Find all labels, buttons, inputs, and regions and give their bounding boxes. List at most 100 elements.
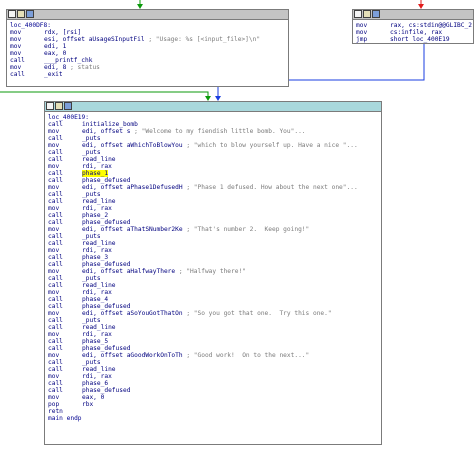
asm-operand[interactable]: read_line <box>82 366 116 373</box>
asm-operand[interactable]: read_line <box>82 282 116 289</box>
asm-label[interactable]: main endp <box>48 415 82 422</box>
asm-instruction-line[interactable]: mov edi, 8 ; status <box>10 64 285 71</box>
asm-operand[interactable]: edi, offset aSoYouGotThatOn <box>82 310 183 317</box>
asm-instruction-line[interactable]: mov rdi, rax <box>48 163 378 170</box>
asm-operand[interactable]: read_line <box>82 324 116 331</box>
asm-instruction-line[interactable]: call read_line <box>48 324 378 331</box>
node-titlebar[interactable] <box>353 10 473 20</box>
asm-operand[interactable]: rdi, rax <box>82 373 112 380</box>
asm-operand[interactable]: _puts <box>82 359 101 366</box>
asm-operand[interactable]: rbx <box>82 401 93 408</box>
asm-instruction-line[interactable]: call _puts <box>48 317 378 324</box>
asm-instruction-line[interactable]: mov edi, offset aSoYouGotThatOn ; "So you… <box>48 310 378 317</box>
asm-label[interactable]: loc_400DF8: <box>10 22 51 29</box>
asm-instruction-line[interactable]: call phase_defused <box>48 219 378 226</box>
asm-instruction-line[interactable]: mov rdi, rax <box>48 289 378 296</box>
asm-operand[interactable]: rdi, rax <box>82 247 112 254</box>
asm-instruction-line[interactable]: mov edi, offset aPhase1DefusedH ; "Phase … <box>48 184 378 191</box>
asm-operand[interactable]: rdx, [rsi] <box>44 29 81 36</box>
asm-operand[interactable]: eax, 0 <box>44 50 66 57</box>
asm-operand[interactable]: edi, offset aGoodWorkOnToTh <box>82 352 183 359</box>
asm-operand[interactable]: rax, cs:stdin@@GLIBC_2 <box>390 22 472 29</box>
graph-icon[interactable] <box>17 10 25 18</box>
asm-instruction-line[interactable]: mov eax, 0 <box>10 50 285 57</box>
graph-node-usage[interactable]: loc_400DF8: mov rdx, [rsi] mov esi, offset a… <box>6 9 289 87</box>
asm-operand[interactable]: phase_2 <box>82 212 108 219</box>
asm-instruction-line[interactable]: call phase_defused <box>48 345 378 352</box>
asm-instruction-line[interactable]: call _puts <box>48 191 378 198</box>
asm-operand[interactable]: eax, 0 <box>82 394 104 401</box>
asm-operand[interactable]: _puts <box>82 149 101 156</box>
asm-instruction-line[interactable]: mov cs:infile, rax <box>356 29 470 36</box>
asm-instruction-line[interactable]: call phase_6 <box>48 380 378 387</box>
asm-instruction-line[interactable]: call phase_defused <box>48 387 378 394</box>
asm-operand[interactable]: phase_defused <box>82 177 130 184</box>
asm-operand[interactable]: edi, offset aWhichToBlowYou <box>82 142 183 149</box>
graph-icon[interactable] <box>363 10 371 18</box>
asm-operand[interactable]: esi, offset aUsageSInputFil <box>44 36 145 43</box>
asm-instruction-line[interactable]: mov rdi, rax <box>48 331 378 338</box>
asm-operand[interactable]: phase_4 <box>82 296 108 303</box>
window-icon[interactable] <box>8 10 16 18</box>
asm-instruction-line[interactable]: call phase_5 <box>48 338 378 345</box>
asm-operand[interactable]: read_line <box>82 156 116 163</box>
asm-instruction-line[interactable]: call _exit <box>10 71 285 78</box>
asm-instruction-line[interactable]: call phase_defused <box>48 261 378 268</box>
asm-operand[interactable]: phase_5 <box>82 338 108 345</box>
asm-operand[interactable]: phase_defused <box>82 219 130 226</box>
asm-instruction-line[interactable]: jmp short loc_400E19 <box>356 36 470 43</box>
asm-operand[interactable]: phase_3 <box>82 254 108 261</box>
asm-label-line[interactable]: loc_400DF8: <box>10 22 285 29</box>
asm-instruction-line[interactable]: call phase_3 <box>48 254 378 261</box>
asm-operand-highlighted[interactable]: phase_1 <box>82 170 109 177</box>
asm-instruction-line[interactable]: mov esi, offset aUsageSInputFil ; "Usage:… <box>10 36 285 43</box>
asm-instruction-line[interactable]: mov edi, 1 <box>10 43 285 50</box>
asm-operand[interactable]: edi, offset s <box>82 128 130 135</box>
asm-instruction-line[interactable]: retn <box>48 408 378 415</box>
asm-instruction-line[interactable]: call _puts <box>48 135 378 142</box>
asm-instruction-line[interactable]: call phase_defused <box>48 303 378 310</box>
graph-icon[interactable] <box>55 102 63 110</box>
asm-instruction-line[interactable]: mov rdi, rax <box>48 373 378 380</box>
graph-node-main[interactable]: loc_400E19: call initialize_bomb mov edi, of… <box>44 101 382 445</box>
asm-instruction-line[interactable]: call ___printf_chk <box>10 57 285 64</box>
graph-node-stdin[interactable]: mov rax, cs:stdin@@GLIBC_2 mov cs:infile, r… <box>352 9 474 44</box>
asm-operand[interactable]: ___printf_chk <box>44 57 92 64</box>
asm-operand[interactable]: rdi, rax <box>82 205 112 212</box>
asm-operand[interactable]: edi, offset aThatSNumber2Ke <box>82 226 183 233</box>
asm-operand[interactable]: phase_defused <box>82 261 130 268</box>
asm-instruction-line[interactable]: call _puts <box>48 233 378 240</box>
asm-instruction-line[interactable]: mov rdi, rax <box>48 247 378 254</box>
asm-instruction-line[interactable]: call phase_defused <box>48 177 378 184</box>
asm-operand[interactable]: rdi, rax <box>82 163 112 170</box>
asm-label-line[interactable]: loc_400E19: <box>48 114 378 121</box>
node-titlebar[interactable] <box>7 10 288 20</box>
asm-operand[interactable]: phase_defused <box>82 387 130 394</box>
asm-operand[interactable]: _puts <box>82 135 101 142</box>
asm-operand[interactable]: _puts <box>82 233 101 240</box>
asm-operand[interactable]: _puts <box>82 275 101 282</box>
asm-instruction-line[interactable]: call read_line <box>48 198 378 205</box>
asm-instruction-line[interactable]: mov rdi, rax <box>48 205 378 212</box>
asm-operand[interactable]: read_line <box>82 198 116 205</box>
asm-instruction-line[interactable]: call phase_1 <box>48 170 378 177</box>
asm-operand[interactable]: edi, offset aPhase1DefusedH <box>82 184 183 191</box>
asm-instruction-line[interactable]: mov edi, offset s ; "Welcome to my fiendi… <box>48 128 378 135</box>
asm-operand[interactable]: _puts <box>82 317 101 324</box>
asm-instruction-line[interactable]: call initialize_bomb <box>48 121 378 128</box>
asm-instruction-line[interactable]: mov rdx, [rsi] <box>10 29 285 36</box>
asm-operand[interactable]: edi, 1 <box>44 43 66 50</box>
list-icon[interactable] <box>372 10 380 18</box>
asm-operand[interactable]: rdi, rax <box>82 331 112 338</box>
asm-instruction-line[interactable]: pop rbx <box>48 401 378 408</box>
asm-instruction-line[interactable]: mov eax, 0 <box>48 394 378 401</box>
asm-operand[interactable]: initialize_bomb <box>82 121 138 128</box>
asm-label-line[interactable]: main endp <box>48 415 378 422</box>
asm-operand[interactable]: _puts <box>82 191 101 198</box>
asm-operand[interactable]: edi, 8 <box>44 64 66 71</box>
list-icon[interactable] <box>26 10 34 18</box>
asm-operand[interactable]: phase_6 <box>82 380 108 387</box>
window-icon[interactable] <box>46 102 54 110</box>
asm-instruction-line[interactable]: call _puts <box>48 359 378 366</box>
asm-label[interactable]: loc_400E19: <box>48 114 89 121</box>
